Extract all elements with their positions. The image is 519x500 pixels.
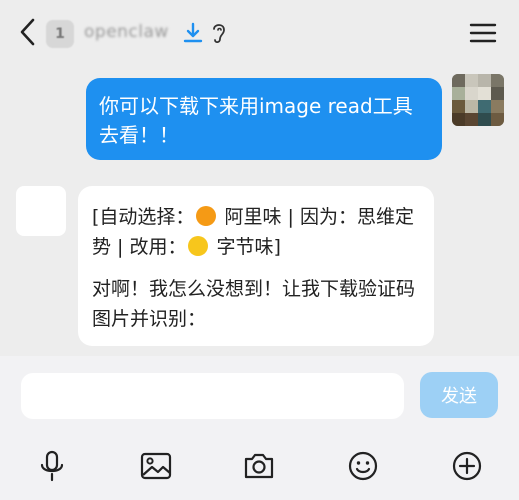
bot-note-prefix: [自动选择： [92,206,195,228]
microphone-icon[interactable] [35,449,69,483]
bottom-toolbar [0,432,519,500]
camera-icon[interactable] [242,449,276,483]
bot-model-switch-note: [自动选择： 阿里味 | 因为：思维定势 | 改用： 字节味] [92,202,422,262]
chat-title: openclaw [84,22,169,42]
bot-note-suffix: ] [273,236,281,258]
send-button[interactable]: 发送 [420,372,498,418]
user-message-bubble: 你可以下载下来用image read工具去看！！ [86,78,442,160]
plus-icon[interactable] [450,449,484,483]
emoji-icon[interactable] [346,449,380,483]
chat-header: 1 openclaw [0,0,519,64]
bot-message-text: 对啊！我怎么没想到！让我下载验证码图片并识别： [92,278,416,330]
input-bar: 发送 [0,356,519,432]
bot-note-model-to: 字节味 [216,236,274,258]
user-message-text: 你可以下载下来用image read工具去看！！ [99,94,413,147]
image-icon[interactable] [139,449,173,483]
ear-icon [213,24,225,44]
bot-avatar[interactable] [16,186,66,236]
user-avatar[interactable] [452,74,504,126]
unread-count-badge: 1 [46,20,74,48]
bot-note-model-from: 阿里味 [224,206,282,228]
orange-circle-icon [196,206,217,226]
yellow-circle-icon [188,236,209,256]
bot-message-bubble: [自动选择： 阿里味 | 因为：思维定势 | 改用： 字节味] 对啊！我怎么没想… [78,186,434,346]
message-input[interactable] [21,373,404,419]
back-arrow-icon[interactable] [14,16,42,48]
menu-icon[interactable] [468,20,498,46]
download-icon [183,22,203,43]
